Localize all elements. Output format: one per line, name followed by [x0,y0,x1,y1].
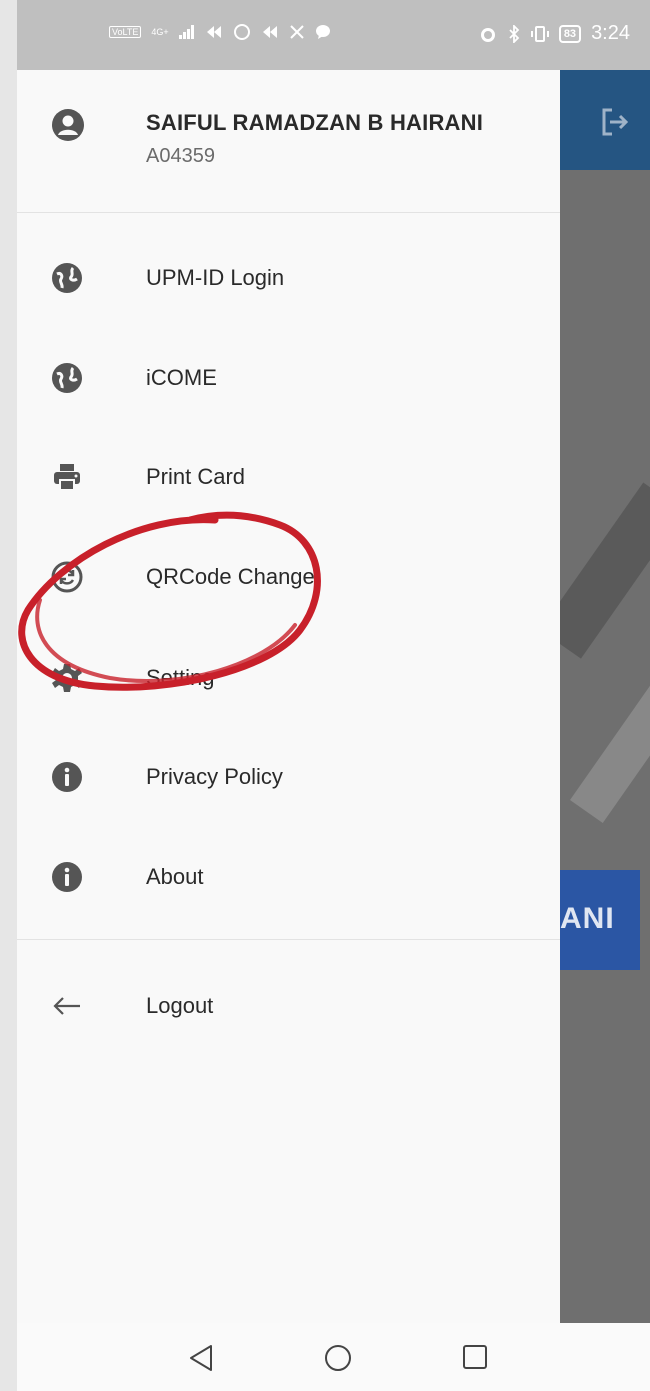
recents-icon[interactable] [461,1343,489,1371]
menu-item-upm-id-login[interactable]: UPM-ID Login [17,244,560,314]
menu-item-label: QRCode Change [146,564,315,589]
user-name: SAIFUL RAMADZAN B HAIRANI [146,110,484,135]
app-header [560,70,650,170]
background-app: ANI [560,70,650,1323]
menu-item-privacy-policy[interactable]: Privacy Policy [17,743,560,813]
menu-item-label: iCOME [146,365,217,390]
network-type: 4G+ [151,27,169,37]
screenshot-frame [0,0,17,1391]
battery-indicator: 83 [558,24,582,43]
app-icon [206,26,221,38]
back-icon[interactable] [187,1343,215,1373]
menu-item-label: Setting [146,665,215,690]
background-stripe [570,668,650,823]
alarm-icon [480,27,495,42]
ring-icon [233,24,250,40]
chat-icon [315,25,330,39]
user-avatar-icon [52,109,84,141]
navigation-drawer: SAIFUL RAMADZAN B HAIRANI A04359 UPM-ID … [17,70,560,1323]
info-icon [52,862,82,892]
menu-item-setting[interactable]: Setting [17,644,560,714]
menu-divider [17,939,560,940]
background-stripe [560,482,650,659]
user-id: A04359 [146,145,215,167]
status-right-icons: 83 3:24 [479,22,630,45]
signal-icon [178,25,194,39]
volte-badge: VoLTE [109,26,142,38]
gear-icon [52,664,82,692]
app-icon-2 [262,26,277,38]
status-bar: VoLTE 4G+ 83 3:24 [17,0,650,70]
system-nav-bar [17,1323,650,1391]
menu-item-label: About [146,864,204,889]
clock: 3:24 [591,22,630,44]
printer-icon [54,464,80,491]
globe-icon [52,263,82,293]
menu-item-qrcode-change[interactable]: QRCode Change [17,543,560,613]
globe-icon [52,363,82,393]
banner-text: ANI [560,902,615,935]
home-icon[interactable] [323,1343,353,1373]
bluetooth-icon [509,24,520,43]
status-left-icons: VoLTE 4G+ [109,23,331,41]
menu-item-about[interactable]: About [17,843,560,913]
menu-item-label: Print Card [146,464,246,489]
menu-item-icome[interactable]: iCOME [17,344,560,414]
sync-icon [51,561,83,593]
menu-item-label: UPM-ID Login [146,265,285,290]
info-icon [52,762,82,792]
x-icon [289,25,304,39]
profile-header: SAIFUL RAMADZAN B HAIRANI A04359 [17,70,560,213]
arrow-left-icon [53,997,80,1015]
menu-item-label: Logout [146,993,214,1018]
menu-item-logout[interactable]: Logout [17,972,560,1042]
vibrate-icon [530,25,549,42]
menu-item-label: Privacy Policy [146,764,283,789]
exit-icon[interactable] [598,106,630,138]
menu-item-print-card[interactable]: Print Card [17,443,560,513]
app-name-banner: ANI [560,870,640,970]
